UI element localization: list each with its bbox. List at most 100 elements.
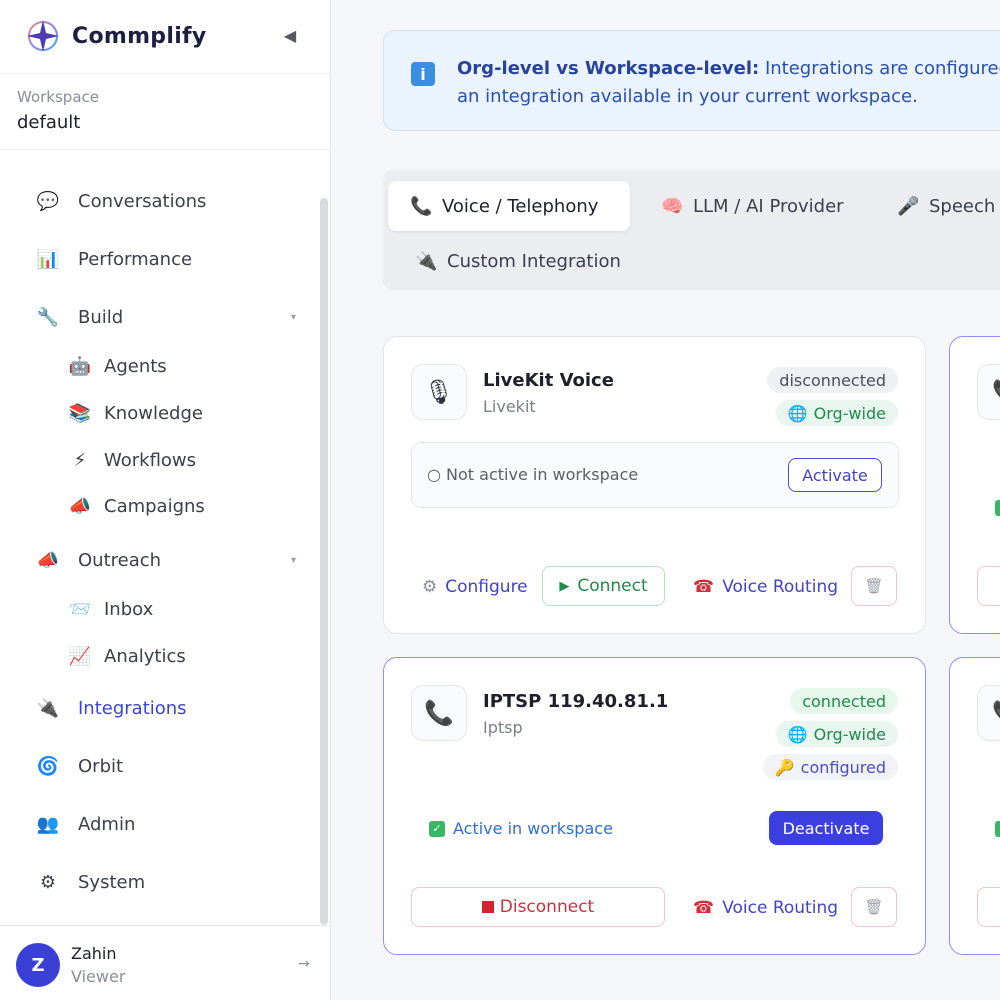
integration-card-peek[interactable]: 📞 ✓ — [949, 657, 1000, 955]
robot-icon: 🤖 — [68, 355, 92, 377]
profile-name: Zahin — [71, 944, 117, 963]
workspace-selector[interactable]: Workspace default — [0, 73, 330, 150]
voice-routing-button[interactable]: ☎ Voice Routing — [693, 898, 838, 918]
spiral-icon: 🌀 — [36, 755, 60, 777]
globe-icon: 🌐 — [787, 403, 808, 423]
phone-icon: 📞 — [977, 685, 1000, 741]
tab-label: Custom Integration — [447, 250, 621, 272]
sidebar-item-inbox[interactable]: 📨 Inbox — [68, 592, 320, 626]
trash-icon: 🗑 — [864, 898, 884, 916]
books-icon: 📚 — [68, 402, 92, 424]
status-badge-label: connected — [802, 691, 886, 711]
connect-label: Connect — [577, 576, 648, 596]
tab-speech[interactable]: 🎤 Speech — [875, 181, 1000, 231]
key-icon: 🔑 — [774, 757, 795, 777]
connect-button[interactable]: ▶ Connect — [542, 566, 665, 606]
delete-button[interactable]: 🗑 — [851, 566, 897, 606]
scope-badge: 🌐 Org-wide — [775, 400, 898, 426]
tab-custom-integration[interactable]: 🔌 Custom Integration — [393, 236, 643, 286]
bar-chart-icon: 📊 — [36, 248, 60, 270]
info-banner-text: Org-level vs Workspace-level: Integratio… — [457, 55, 1000, 111]
sidebar-item-label: Integrations — [78, 697, 187, 719]
sidebar-item-agents[interactable]: 🤖 Agents — [68, 349, 320, 383]
sidebar-item-label: Orbit — [78, 755, 124, 777]
status-badge: connected — [790, 688, 898, 714]
megaphone-icon: 📣 — [36, 549, 60, 571]
tab-label: LLM / AI Provider — [693, 195, 844, 217]
configure-label: Configure — [445, 577, 528, 597]
brand[interactable]: Commplify — [24, 16, 207, 56]
integration-card-iptsp: 📞 IPTSP 119.40.81.1 Iptsp connected 🌐 Or… — [383, 657, 926, 955]
sidebar-item-performance[interactable]: 📊 Performance — [36, 242, 296, 276]
sidebar-item-analytics[interactable]: 📈 Analytics — [68, 639, 320, 673]
microphone-icon: 🎤 — [897, 195, 920, 217]
info-banner-line2: an integration available in your current… — [457, 86, 918, 107]
user-profile[interactable]: Z Zahin Viewer → — [0, 925, 330, 1000]
info-banner-bold: Org-level vs Workspace-level: — [457, 58, 760, 79]
disconnect-button-peek[interactable] — [977, 566, 1000, 606]
sidebar-item-build[interactable]: 🔧 Build ▾ — [36, 300, 296, 334]
chat-bubble-icon: 💬 — [36, 190, 60, 212]
voice-routing-label: Voice Routing — [722, 898, 839, 918]
info-banner: i Org-level vs Workspace-level: Integrat… — [383, 30, 1000, 131]
chevron-down-icon: ▾ — [290, 311, 296, 323]
play-icon: ▶ — [559, 578, 570, 594]
avatar: Z — [16, 943, 60, 987]
sidebar-item-workflows[interactable]: ⚡ Workflows — [68, 443, 320, 477]
sidebar-item-integrations[interactable]: 🔌 Integrations — [36, 691, 296, 725]
workspace-status-text: ○ Not active in workspace — [427, 465, 639, 484]
stop-icon — [481, 901, 494, 913]
sidebar-item-label: Build — [78, 306, 124, 328]
tab-llm-ai-provider[interactable]: 🧠 LLM / AI Provider — [639, 181, 866, 231]
sidebar-item-knowledge[interactable]: 📚 Knowledge — [68, 396, 320, 430]
workspace-status: ✓ Active in workspace — [429, 819, 613, 838]
sidebar-item-label: Admin — [78, 813, 136, 835]
telephone-icon: ☎ — [693, 898, 715, 918]
trash-icon: 🗑 — [864, 577, 884, 595]
megaphone-icon: 📣 — [68, 495, 92, 517]
main-content: i Org-level vs Workspace-level: Integrat… — [331, 0, 1000, 1000]
plug-icon: 🔌 — [415, 250, 438, 272]
sidebar-item-conversations[interactable]: 💬 Conversations — [36, 184, 296, 218]
profile-role: Viewer — [71, 967, 126, 986]
sidebar-item-campaigns[interactable]: 📣 Campaigns — [68, 489, 320, 523]
workspace-label: Workspace — [17, 88, 99, 106]
telephone-icon: ☎ — [693, 577, 715, 597]
sidebar-item-label: Performance — [78, 248, 193, 270]
line-chart-icon: 📈 — [68, 645, 92, 667]
delete-button[interactable]: 🗑 — [851, 887, 897, 927]
workspace-status-text: Active in workspace — [453, 819, 613, 838]
tab-label: Speech — [929, 195, 996, 217]
phone-icon: 📞 — [410, 195, 433, 217]
configure-button[interactable]: ⚙ Configure — [422, 577, 528, 597]
sidebar-item-label: Inbox — [104, 598, 154, 620]
logout-icon[interactable]: → — [298, 956, 310, 972]
voice-routing-button[interactable]: ☎ Voice Routing — [693, 577, 838, 597]
disconnect-label: Disconnect — [499, 897, 595, 917]
sidebar-item-label: Outreach — [78, 549, 162, 571]
sidebar-item-label: Knowledge — [104, 402, 203, 424]
disconnect-button-peek[interactable] — [977, 887, 1000, 927]
brain-icon: 🧠 — [661, 195, 684, 217]
tab-voice-telephony[interactable]: 📞 Voice / Telephony — [388, 181, 630, 231]
sidebar-item-outreach[interactable]: 📣 Outreach ▾ — [36, 543, 296, 577]
deactivate-button[interactable]: Deactivate — [769, 811, 883, 845]
integration-card-livekit: 🎙 LiveKit Voice Livekit disconnected 🌐 O… — [383, 336, 926, 634]
inbox-icon: 📨 — [68, 598, 92, 620]
sidebar-item-label: Analytics — [104, 645, 186, 667]
activate-button[interactable]: Activate — [788, 458, 882, 492]
sidebar-scrollbar[interactable] — [320, 198, 328, 925]
tab-label: Voice / Telephony — [442, 195, 599, 217]
collapse-sidebar-button[interactable]: ◀ — [280, 26, 300, 46]
sidebar-item-orbit[interactable]: 🌀 Orbit — [36, 749, 296, 783]
integration-card-peek[interactable]: 📞 ✓ — [949, 336, 1000, 634]
gear-icon: ⚙ — [422, 577, 438, 597]
phone-icon: 📞 — [411, 685, 467, 741]
microphone-icon: 🎙 — [411, 364, 467, 420]
sidebar-item-label: Conversations — [78, 190, 207, 212]
sidebar-item-admin[interactable]: 👥 Admin — [36, 807, 296, 841]
sidebar-item-system[interactable]: ⚙ System — [36, 865, 296, 899]
scope-badge-label: Org-wide — [813, 724, 886, 744]
disconnect-button[interactable]: Disconnect — [411, 887, 665, 927]
phone-icon: 📞 — [977, 364, 1000, 420]
